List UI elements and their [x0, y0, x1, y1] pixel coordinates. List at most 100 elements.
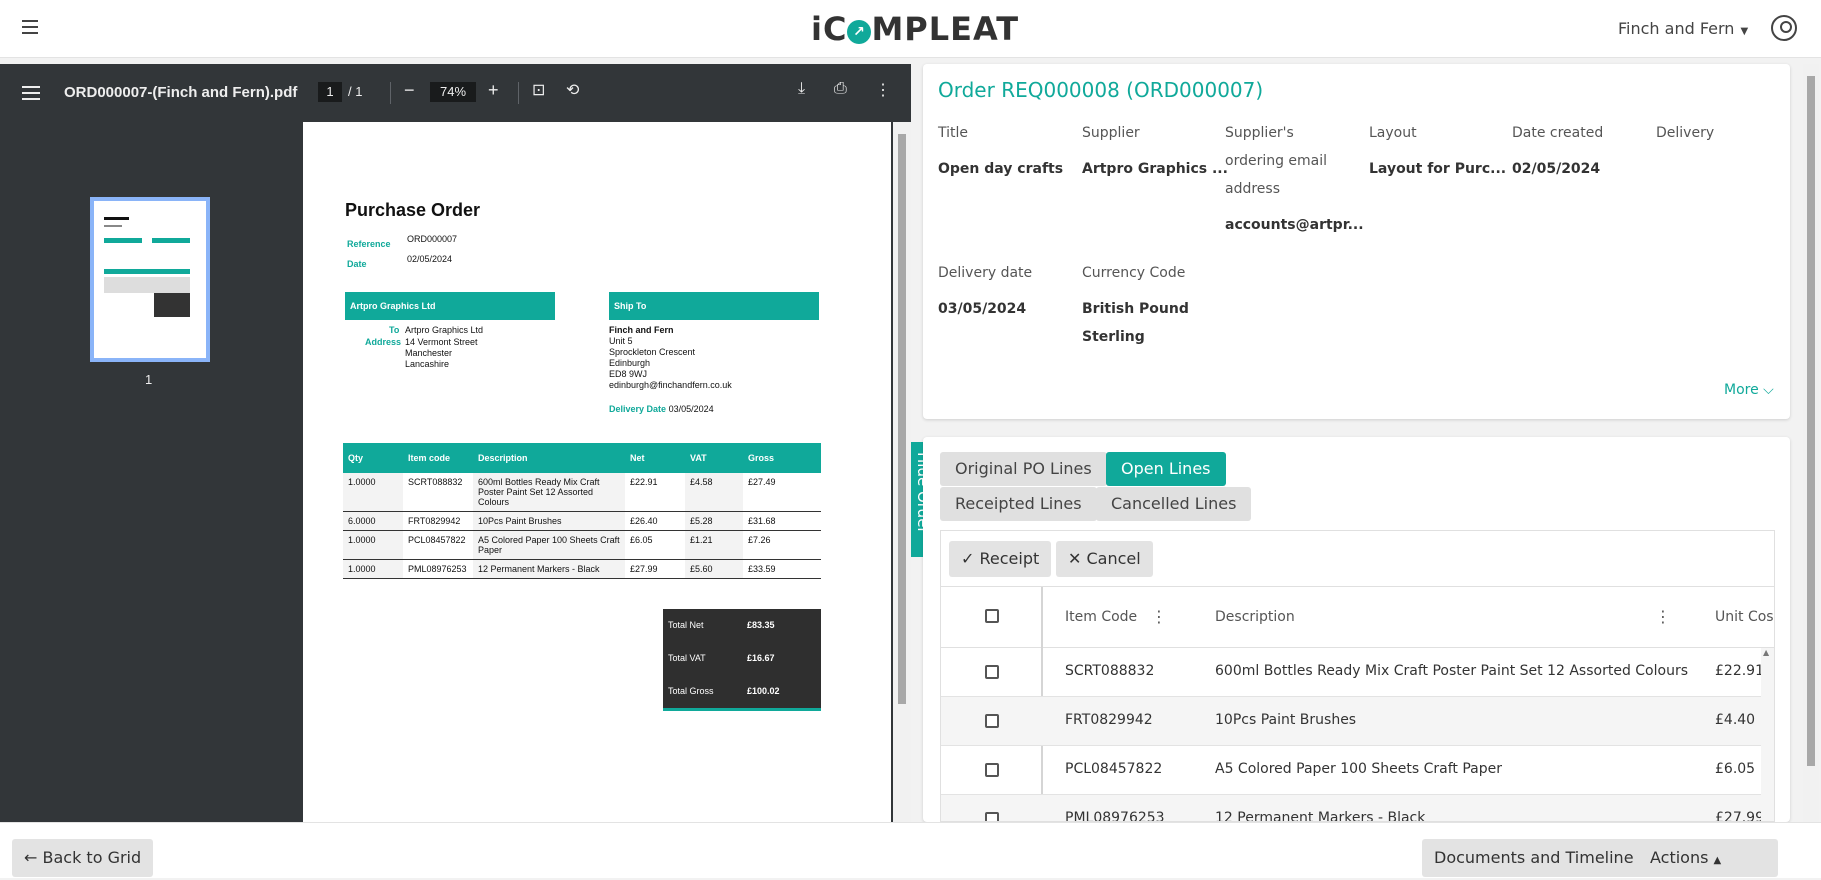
- reference-label: Reference: [347, 239, 391, 249]
- pdf-menu-icon[interactable]: [22, 86, 40, 104]
- grid-scrollbar[interactable]: ▲: [1761, 648, 1774, 821]
- col-net: Net: [625, 443, 685, 473]
- print-icon[interactable]: ⎙: [834, 80, 847, 98]
- currency-label: Currency Code: [1082, 265, 1186, 281]
- po-totals: Total Net £83.35 Total VAT £16.67 Total Gr…: [663, 609, 821, 711]
- po-row: 6.0000 FRT0829942 10Pcs Paint Brushes £2…: [343, 511, 821, 531]
- page-total: / 1: [348, 84, 363, 99]
- cell: 1.0000: [343, 530, 403, 560]
- ship-line: Finch and Fern: [609, 325, 674, 335]
- item-description: 600ml Bottles Ready Mix Craft Poster Pai…: [1215, 663, 1688, 679]
- page-number-input[interactable]: 1: [318, 82, 342, 102]
- page-thumbnail[interactable]: [90, 197, 210, 362]
- row-checkbox[interactable]: [985, 763, 999, 777]
- total-net-label: Total Net: [668, 620, 704, 630]
- currency-value: British Pound: [1082, 301, 1189, 317]
- zoom-level-input[interactable]: 74%: [430, 82, 476, 102]
- ship-line: Sprockleton Crescent: [609, 347, 696, 357]
- cell: 1.0000: [343, 473, 403, 512]
- row-checkbox[interactable]: [985, 812, 999, 821]
- cancel-button[interactable]: ✕ Cancel: [1056, 541, 1153, 577]
- po-row: 1.0000 SCRT088832 600ml Bottles Ready Mi…: [343, 473, 821, 512]
- table-row[interactable]: PCL08457822 A5 Colored Paper 100 Sheets …: [941, 746, 1761, 795]
- col-description: Description: [473, 443, 625, 473]
- pdf-viewer: ORD000007-(Finch and Fern).pdf 1 / 1 − 7…: [0, 64, 911, 822]
- table-row[interactable]: FRT0829942 10Pcs Paint Brushes £4.40: [941, 697, 1761, 746]
- reference-value: ORD000007: [407, 234, 458, 244]
- po-row: 1.0000 PML08976253 12 Permanent Markers …: [343, 559, 821, 579]
- menu-icon[interactable]: [22, 20, 38, 34]
- layout-label: Layout: [1369, 125, 1417, 141]
- column-menu-icon[interactable]: ⋮: [1151, 607, 1167, 626]
- unit-cost: £6.05: [1715, 761, 1756, 777]
- total-gross-value: £100.02: [747, 686, 780, 696]
- tab-original-po-lines[interactable]: Original PO Lines: [940, 452, 1107, 486]
- col-qty: Qty: [343, 443, 403, 473]
- email-label: ordering email: [1225, 153, 1328, 169]
- delivery-label: Delivery: [1656, 125, 1715, 141]
- layout-value: Layout for Purc...: [1369, 161, 1507, 177]
- download-icon[interactable]: ⤓: [798, 80, 805, 98]
- ship-to-address: Finch and Fern Unit 5 Sprockleton Cresce…: [609, 325, 732, 415]
- unit-cost: £4.40: [1715, 712, 1756, 728]
- cell: FRT0829942: [403, 511, 473, 531]
- cell: SCRT088832: [403, 473, 473, 512]
- to-label: To: [389, 325, 400, 335]
- to-value: Artpro Graphics Ltd: [405, 325, 484, 335]
- cell: £6.05: [625, 530, 685, 560]
- more-link[interactable]: More ⌵: [1724, 382, 1774, 398]
- item-code: FRT0829942: [1065, 712, 1153, 728]
- documents-timeline-button[interactable]: Documents and Timeline: [1422, 839, 1646, 877]
- currency-value: Sterling: [1082, 329, 1145, 345]
- user-avatar-icon[interactable]: [1771, 15, 1797, 41]
- zoom-in-icon[interactable]: +: [488, 80, 499, 101]
- cell: £26.40: [625, 511, 685, 531]
- org-selector[interactable]: Finch and Fern ▼: [1618, 19, 1748, 38]
- arrow-left-icon: ←: [24, 848, 38, 867]
- po-reference-block: Reference ORD000007 Date 02/05/2024: [347, 234, 457, 272]
- lines-grid: ✓ Receipt ✕ Cancel Item Code ⋮ Descripti…: [940, 530, 1775, 822]
- more-options-icon[interactable]: ⋮: [875, 80, 891, 100]
- table-row[interactable]: SCRT088832 600ml Bottles Ready Mix Craft…: [941, 648, 1764, 697]
- column-divider: [1041, 587, 1043, 649]
- col-item-code[interactable]: Item Code: [1065, 609, 1137, 625]
- pdf-filename: ORD000007-(Finch and Fern).pdf: [64, 84, 298, 101]
- page-scrollbar-thumb[interactable]: [1807, 76, 1815, 766]
- page-scrollbar[interactable]: [1803, 64, 1819, 822]
- item-code: SCRT088832: [1065, 663, 1155, 679]
- cell: £1.21: [685, 530, 743, 560]
- cell: 1.0000: [343, 559, 403, 579]
- cell: £27.99: [625, 559, 685, 579]
- pdf-scrollbar-thumb[interactable]: [898, 134, 906, 704]
- receipt-label: Receipt: [979, 549, 1040, 568]
- scroll-up-icon[interactable]: ▲: [1763, 648, 1769, 657]
- zoom-out-icon[interactable]: −: [404, 80, 415, 101]
- date-created-label: Date created: [1512, 125, 1604, 141]
- rotate-icon[interactable]: ⟲: [566, 80, 579, 100]
- cell: £4.58: [685, 473, 743, 512]
- tab-cancelled-lines[interactable]: Cancelled Lines: [1096, 487, 1252, 521]
- app-logo: iC ↗ MPLEAT: [811, 10, 1020, 48]
- tab-receipted-lines[interactable]: Receipted Lines: [940, 487, 1097, 521]
- table-row[interactable]: PML08976253 12 Permanent Markers - Black…: [941, 795, 1764, 821]
- pdf-scrollbar[interactable]: [893, 122, 911, 822]
- column-menu-icon[interactable]: ⋮: [1655, 607, 1671, 626]
- total-vat-label: Total VAT: [668, 653, 706, 663]
- email-label: Supplier's: [1225, 125, 1294, 141]
- row-checkbox[interactable]: [985, 714, 999, 728]
- delivery-date-label: Delivery date: [938, 265, 1033, 281]
- col-unit-cost[interactable]: Unit Cost: [1715, 609, 1774, 625]
- row-checkbox[interactable]: [985, 665, 999, 679]
- fit-page-icon[interactable]: ⊡: [532, 80, 545, 100]
- caret-down-icon: ▼: [1740, 26, 1749, 37]
- actions-button[interactable]: Actions ▲: [1638, 839, 1778, 877]
- receipt-button[interactable]: ✓ Receipt: [949, 541, 1052, 577]
- cell: £27.49: [743, 473, 821, 512]
- select-all-checkbox[interactable]: [985, 609, 999, 623]
- tab-open-lines[interactable]: Open Lines: [1106, 452, 1226, 486]
- col-description[interactable]: Description: [1215, 609, 1295, 625]
- order-title: Order REQ000008 (ORD000007): [938, 78, 1264, 102]
- chevron-down-icon: ⌵: [1763, 382, 1774, 398]
- cell: £22.91: [625, 473, 685, 512]
- back-to-grid-button[interactable]: ← Back to Grid: [12, 839, 154, 877]
